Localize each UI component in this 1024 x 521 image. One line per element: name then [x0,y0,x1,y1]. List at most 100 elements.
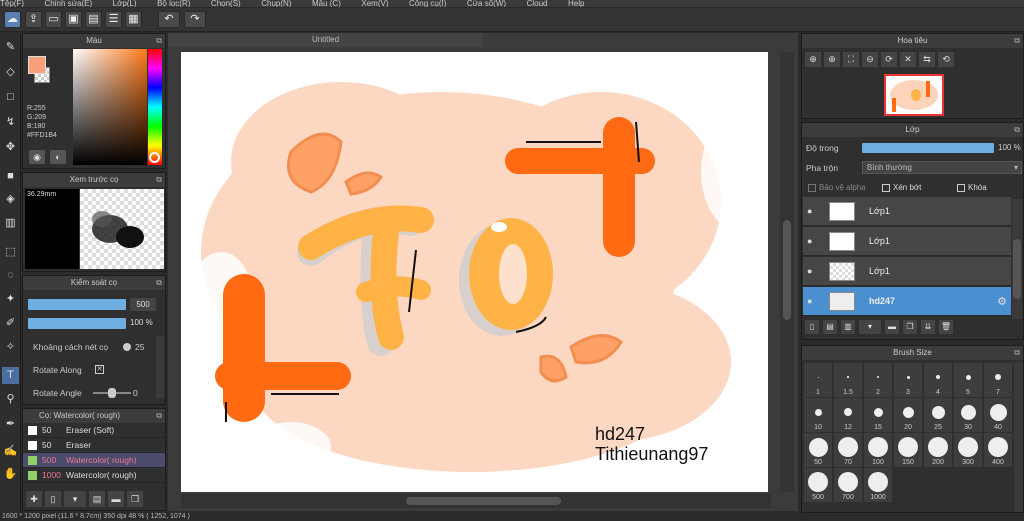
brush-folder-icon[interactable]: ▬ [108,491,124,507]
menu-edit[interactable]: Chỉnh sửa(E) [45,0,93,7]
lock-checkbox[interactable] [957,183,965,192]
grid-icon[interactable]: ▦ [125,11,142,28]
undo-icon[interactable]: ↶ [158,11,180,28]
lock-option[interactable]: Khóa [957,183,987,192]
layer-item[interactable]: ● Lớp1 [803,257,1011,286]
fill-rect-icon[interactable]: ■ [2,168,19,185]
lasso-brush-icon[interactable]: ↯ [2,114,19,131]
document-icon[interactable]: ▤ [85,11,102,28]
clip-option[interactable]: Xén bớt [882,183,921,192]
layer-item[interactable]: ● Lớp1 [803,227,1011,256]
brush-size-cell[interactable]: 15 [864,398,892,432]
brush-size-cell[interactable]: 150 [894,433,922,467]
brush-size-cell[interactable]: 200 [924,433,952,467]
panel-expand-icon[interactable]: ⧉ [1014,346,1020,360]
menu-view[interactable]: Xem(V) [361,0,388,7]
palette-icon[interactable]: ◉ [29,150,45,164]
brush-size-cell[interactable]: 500 [804,468,832,502]
menu-filter[interactable]: Bộ lọc(R) [157,0,190,7]
brush-settings-icon[interactable]: ▤ [89,491,105,507]
menu-color[interactable]: Mẫu (C) [312,0,341,7]
select-pen-icon[interactable]: ✐ [2,315,19,332]
rect-tool-icon[interactable]: □ [2,89,19,106]
magic-wand-icon[interactable]: ✦ [2,291,19,308]
canvas-vertical-scrollbar[interactable] [780,52,794,492]
navigator-thumbnail[interactable] [884,74,944,116]
brush-size-cell[interactable]: 100 [864,433,892,467]
menu-select[interactable]: Chọn(S) [211,0,241,7]
color-mode-icon[interactable]: ◐ [50,150,66,164]
brush-size-scrollbar[interactable] [1014,362,1023,512]
document-tab[interactable]: Untitled [168,33,483,47]
brush-size-cell[interactable]: 5 [954,363,982,397]
blend-mode-select[interactable]: Bình thường ▾ [862,161,1022,174]
actual-size-icon[interactable]: ✕ [900,52,916,67]
brush-control-scrollbar[interactable] [156,336,164,398]
merge-layer-icon[interactable]: ⇊ [921,320,935,334]
fit-icon[interactable]: ⛶ [843,52,859,67]
panel-expand-icon[interactable]: ⧉ [156,409,162,423]
cloud-icon[interactable]: ☁ [4,11,21,28]
hue-handle[interactable] [149,152,160,163]
panel-expand-icon[interactable]: ⧉ [1014,34,1020,48]
zoom-plus-icon[interactable]: ⊕ [824,52,840,67]
visibility-icon[interactable]: ● [807,236,819,246]
hue-slider[interactable] [148,49,162,165]
protect-alpha-checkbox[interactable] [808,183,816,192]
clip-checkbox[interactable] [882,183,890,192]
brush-copy-icon[interactable]: ❐ [127,491,143,507]
flip-icon[interactable]: ⇆ [919,52,935,67]
menu-tools[interactable]: Công cụ(I) [409,0,446,7]
brush-size-cell[interactable]: 40 [984,398,1012,432]
zoom-in-icon[interactable]: ⊕ [805,52,821,67]
brush-size-cell[interactable]: 400 [984,433,1012,467]
panel-expand-icon[interactable]: ⧉ [156,34,162,48]
color-saturation-field[interactable] [73,49,147,165]
brush-size-cell[interactable]: 7 [984,363,1012,397]
text-tool-icon[interactable]: T [2,367,19,384]
reset-view-icon[interactable]: ⟲ [938,52,954,67]
brush-size-cell[interactable]: 1000 [864,468,892,502]
delete-layer-icon[interactable]: 🗑 [939,320,953,334]
eraser-tool-icon[interactable]: ◇ [2,64,19,81]
select-eraser-icon[interactable]: ✧ [2,339,19,356]
brush-item-selected[interactable]: 500 Watercolor( rough) [23,453,165,468]
brush-size-cell[interactable]: 70 [834,433,862,467]
hand-tool-icon[interactable]: ✋ [2,466,19,483]
brush-size-cell[interactable]: 700 [834,468,862,502]
zoom-tool-icon[interactable]: ⚲ [2,391,19,408]
visibility-icon[interactable]: ● [807,266,819,276]
layer-opacity-slider[interactable] [862,143,994,153]
brush-size-cell[interactable]: 300 [954,433,982,467]
visibility-icon[interactable]: ● [807,296,819,306]
brush-menu-icon[interactable]: ▾ [64,491,86,507]
new-brush-icon[interactable]: ▯ [45,491,61,507]
menu-window[interactable]: Cửa sổ(W) [467,0,506,7]
horizontal-scroll-thumb[interactable] [406,497,561,505]
brush-size-cell[interactable]: 30 [954,398,982,432]
brush-size-cell[interactable]: 20 [894,398,922,432]
redo-icon[interactable]: ↷ [184,11,206,28]
visibility-icon[interactable]: ● [807,206,819,216]
export-icon[interactable]: ⇪ [25,11,42,28]
new-1bit-layer-icon[interactable]: ▥ [841,320,855,334]
brush-size-cell[interactable]: 3 [894,363,922,397]
menu-layer[interactable]: Lớp(L) [113,0,137,7]
brush-size-cell[interactable]: 1 [804,363,832,397]
gear-icon[interactable]: ⚙ [997,295,1007,308]
layer-item[interactable]: ● Lớp1 [803,197,1011,226]
rotate-along-checkbox[interactable]: ✕ [95,365,104,374]
add-brush-icon[interactable]: ✚ [26,491,42,507]
zoom-out-icon[interactable]: ⊖ [862,52,878,67]
add-layer-menu-icon[interactable]: ▾ [859,320,881,334]
bucket-tool-icon[interactable]: ◈ [2,191,19,208]
rotate-angle-handle[interactable] [108,388,116,398]
drawing-canvas[interactable]: hd247 Tithieunang97 [181,52,768,492]
brush-size-value[interactable]: 500 [130,298,156,311]
brush-item[interactable]: 50 Eraser [23,438,165,453]
chat-icon[interactable]: ▭ [45,11,62,28]
brush-item[interactable]: 50 Eraser (Soft) [23,423,165,438]
vertical-scroll-thumb[interactable] [783,220,791,320]
select-lasso-icon[interactable]: ◌ [2,267,19,284]
panel-expand-icon[interactable]: ⧉ [1014,123,1020,137]
